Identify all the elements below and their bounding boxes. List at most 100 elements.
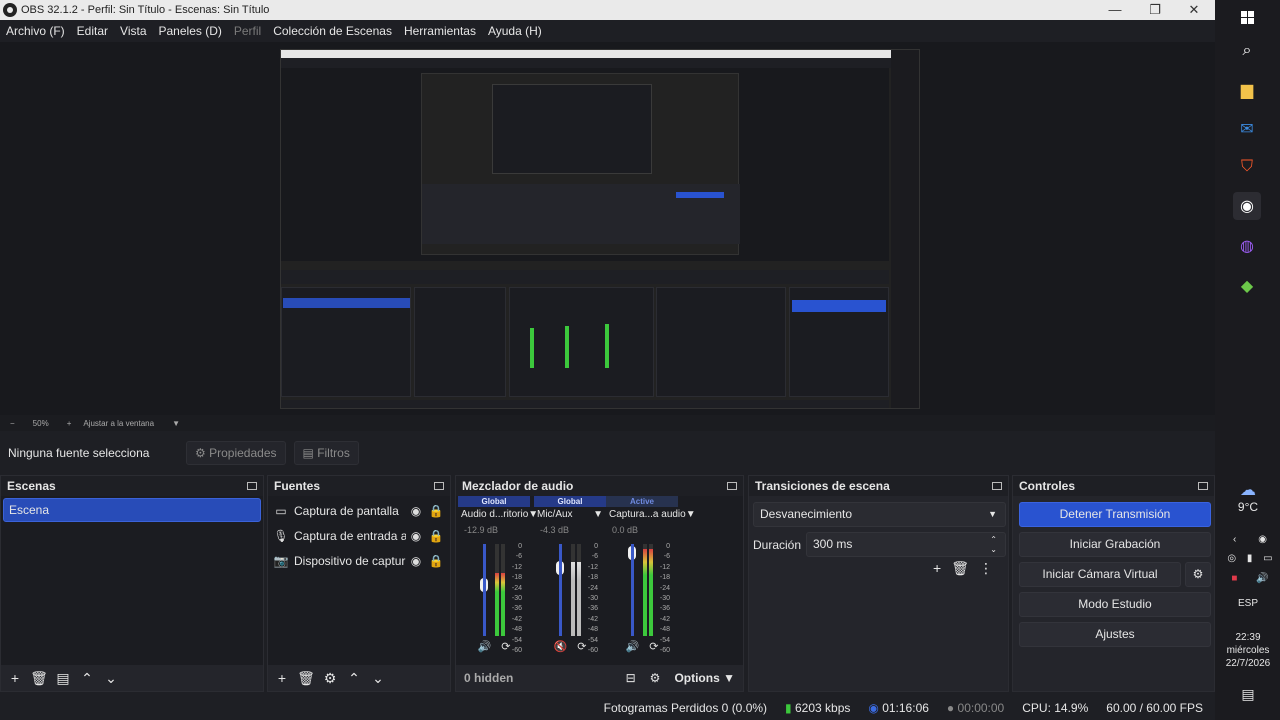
add-source-button[interactable]: + — [272, 668, 292, 688]
menu-profile[interactable]: Perfil — [228, 24, 267, 38]
add-scene-button[interactable]: + — [5, 668, 25, 688]
muted-speaker-icon[interactable]: 🔇 — [554, 640, 568, 653]
start-virtual-camera-button[interactable]: Iniciar Cámara Virtual — [1019, 562, 1181, 587]
preview-canvas[interactable] — [280, 49, 920, 409]
monitor-headphones-icon[interactable]: ⟳ — [501, 640, 510, 653]
tray-app-icon[interactable]: ◉ — [1258, 534, 1267, 545]
speaker-icon[interactable]: 🔊 — [626, 640, 640, 653]
menu-scene-collection[interactable]: Colección de Escenas — [267, 24, 398, 38]
undock-icon[interactable] — [992, 482, 1002, 490]
clock[interactable]: 22:39 miércoles 22/7/2026 — [1218, 631, 1278, 670]
undock-icon[interactable] — [434, 482, 444, 490]
menu-help[interactable]: Ayuda (H) — [482, 24, 548, 38]
stream-icon: ◉ — [868, 700, 879, 715]
maximize-button[interactable]: ❐ — [1135, 0, 1175, 20]
trash-icon[interactable]: 🗑 — [29, 668, 49, 688]
move-down-icon[interactable]: ⌄ — [368, 668, 388, 688]
scene-filters-icon[interactable]: ▤ — [53, 668, 73, 688]
speaker-icon[interactable]: 🔊 — [478, 640, 492, 653]
menu-docks[interactable]: Paneles (D) — [153, 24, 228, 38]
mixer-channel: Global Audio d...ritorio ▼ -12.9 dB 0 -6 -1… — [458, 496, 538, 666]
source-item[interactable]: ▭ Captura de pantalla ◉ 🔒 — [272, 498, 446, 523]
layout-toggle-icon[interactable]: ⊟ — [626, 671, 636, 685]
language-indicator[interactable]: ESP — [1230, 598, 1266, 609]
menu-view[interactable]: Vista — [114, 24, 152, 38]
options-button[interactable]: Options ▼ — [674, 671, 735, 685]
zoom-fit-select[interactable]: Ajustar a la ventana — [83, 419, 154, 428]
volume-fader[interactable] — [483, 544, 486, 636]
lock-icon[interactable]: 🔒 — [426, 554, 446, 568]
trash-icon[interactable]: 🗑 — [951, 560, 969, 577]
scene-item[interactable]: Escena — [3, 498, 261, 522]
channel-name[interactable]: Captura...a audio ▼ — [606, 507, 696, 523]
gear-icon[interactable]: ⚙ — [320, 668, 340, 688]
transition-select[interactable]: Desvanecimiento ▼ — [753, 502, 1006, 527]
undock-icon[interactable] — [1198, 482, 1208, 490]
move-down-icon[interactable]: ⌄ — [101, 668, 121, 688]
usb-icon[interactable]: ▮ — [1247, 553, 1253, 564]
zoom-in-button[interactable]: + — [67, 419, 72, 428]
chevron-down-icon[interactable]: ▼ — [593, 507, 603, 523]
brave-browser-icon[interactable]: ⛉ — [1233, 153, 1261, 181]
start-recording-button[interactable]: Iniciar Grabación — [1019, 532, 1211, 557]
volume-icon[interactable]: 🔊 — [1256, 573, 1268, 584]
volume-fader[interactable] — [631, 544, 634, 636]
source-item[interactable]: 📷 Dispositivo de captur ◉ 🔒 — [272, 548, 446, 573]
camera-icon: 📷 — [273, 553, 289, 568]
channel-name[interactable]: Audio d...ritorio ▼ — [458, 507, 538, 523]
tray-app-icon[interactable]: ◎ — [1227, 553, 1236, 564]
weather-icon[interactable]: ☁ — [1236, 480, 1260, 500]
minecraft-icon[interactable]: ◆ — [1233, 272, 1261, 300]
eye-icon[interactable]: ◉ — [406, 504, 426, 518]
properties-button[interactable]: ⚙ Propiedades — [186, 441, 286, 465]
filters-button[interactable]: ▤ Filtros — [293, 441, 359, 465]
more-options-icon[interactable]: ⋮ — [979, 560, 993, 577]
chevron-down-icon[interactable]: ▼ — [686, 507, 696, 523]
signal-icon: ▮ — [785, 700, 792, 715]
channel-name-label: Mic/Aux — [537, 509, 573, 520]
menu-edit[interactable]: Editar — [71, 24, 114, 38]
mail-icon[interactable]: ✉ — [1233, 115, 1261, 143]
messenger-icon[interactable]: ◍ — [1233, 232, 1261, 260]
channel-name[interactable]: Mic/Aux ▼ — [534, 507, 606, 523]
virtual-camera-settings-button[interactable]: ⚙ — [1185, 562, 1211, 587]
display-icon[interactable]: ▭ — [1263, 553, 1272, 564]
settings-button[interactable]: Ajustes — [1019, 622, 1211, 647]
duration-spinbox[interactable]: 300 ms ⌃ ⌄ — [806, 532, 1006, 557]
advanced-audio-icon[interactable]: ⚙ — [650, 671, 661, 685]
zoom-out-button[interactable]: − — [10, 419, 15, 428]
monitor-headphones-icon[interactable]: ⟳ — [649, 640, 658, 653]
menu-tools[interactable]: Herramientas — [398, 24, 482, 38]
monitor-headphones-icon[interactable]: ⟳ — [577, 640, 586, 653]
undock-icon[interactable] — [247, 482, 257, 490]
windows-start-icon[interactable] — [1233, 3, 1261, 31]
eye-icon[interactable]: ◉ — [406, 554, 426, 568]
search-icon[interactable]: ⌕ — [1233, 37, 1261, 65]
studio-mode-button[interactable]: Modo Estudio — [1019, 592, 1211, 617]
lock-icon[interactable]: 🔒 — [426, 504, 446, 518]
source-item[interactable]: 🎙 Captura de entrada a ◉ 🔒 — [272, 523, 446, 548]
add-transition-button[interactable]: + — [933, 560, 941, 577]
minimize-button[interactable]: — — [1095, 0, 1135, 20]
obs-taskbar-icon[interactable]: ◉ — [1233, 192, 1261, 220]
sources-dock-header: Fuentes — [268, 476, 450, 496]
chevron-down-icon[interactable]: ▼ — [172, 419, 180, 428]
preview-area[interactable] — [0, 42, 1215, 415]
chevron-left-icon[interactable]: ‹ — [1233, 534, 1236, 545]
trash-icon[interactable]: 🗑 — [296, 668, 316, 688]
undock-icon[interactable] — [727, 482, 737, 490]
close-button[interactable]: ✕ — [1174, 0, 1214, 20]
recording-time-value: 00:00:00 — [957, 700, 1005, 715]
volume-fader[interactable] — [559, 544, 562, 636]
stop-streaming-button[interactable]: Detener Transmisión — [1019, 502, 1211, 527]
menu-file[interactable]: Archivo (F) — [0, 24, 71, 38]
chevron-down-icon[interactable]: ⌄ — [990, 538, 997, 561]
tray-app-icon[interactable]: ■ — [1231, 573, 1237, 584]
eye-icon[interactable]: ◉ — [406, 529, 426, 543]
hidden-count[interactable]: 0 hidden — [464, 671, 513, 685]
notifications-icon[interactable]: ▤ — [1236, 686, 1260, 703]
lock-icon[interactable]: 🔒 — [426, 529, 446, 543]
move-up-icon[interactable]: ⌃ — [77, 668, 97, 688]
file-explorer-icon[interactable]: ▆ — [1233, 76, 1261, 104]
move-up-icon[interactable]: ⌃ — [344, 668, 364, 688]
